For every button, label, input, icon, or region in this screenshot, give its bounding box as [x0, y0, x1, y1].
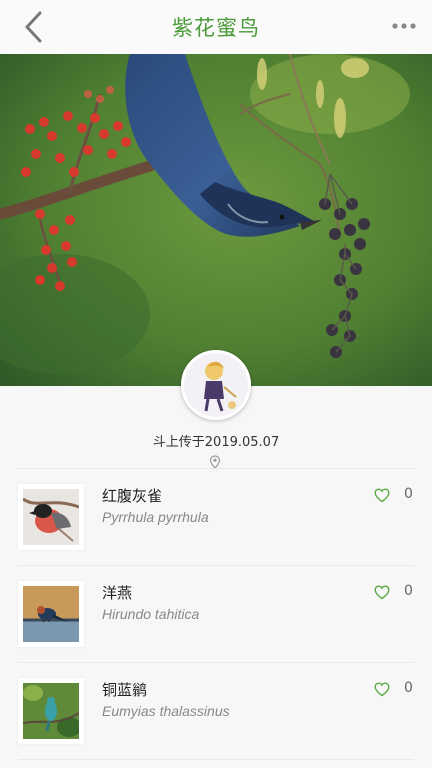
heart-icon[interactable] [374, 682, 390, 697]
bird-thumbnail [18, 678, 84, 744]
uploader-avatar[interactable] [181, 350, 251, 420]
like-count: 0 [404, 583, 413, 599]
bird-latin-name: Pyrrhula pyrrhula [102, 509, 209, 525]
bird-thumbnail [18, 484, 84, 550]
divider [18, 759, 414, 760]
bird-chinese-name: 洋燕 [102, 584, 133, 602]
hero-photo [0, 54, 432, 386]
upload-info: 斗上传于2019.05.07 [152, 435, 280, 450]
more-dots-icon[interactable] [390, 14, 418, 38]
bird-latin-name: Hirundo tahitica [102, 606, 200, 622]
bird-thumbnail [18, 581, 84, 647]
location-pin-icon [209, 455, 221, 469]
like-count: 0 [404, 680, 413, 696]
top-bar: 紫花蜜鸟 [0, 0, 432, 54]
list-item-bird-3[interactable]: 铜蓝鹟 Eumyias thalassinus 0 [0, 663, 432, 759]
bird-chinese-name: 红腹灰雀 [102, 487, 163, 505]
bird-chinese-name: 铜蓝鹟 [102, 681, 148, 699]
bird-latin-name: Eumyias thalassinus [102, 703, 230, 719]
heart-icon[interactable] [374, 488, 390, 503]
page-title: 紫花蜜鸟 [172, 16, 260, 40]
list-item-bird-1[interactable]: 红腹灰雀 Pyrrhula pyrrhula 0 [0, 469, 432, 565]
chevron-left-icon[interactable] [22, 10, 46, 44]
like-count: 0 [404, 486, 413, 502]
heart-icon[interactable] [374, 585, 390, 600]
list-item-bird-2[interactable]: 洋燕 Hirundo tahitica 0 [0, 566, 432, 662]
